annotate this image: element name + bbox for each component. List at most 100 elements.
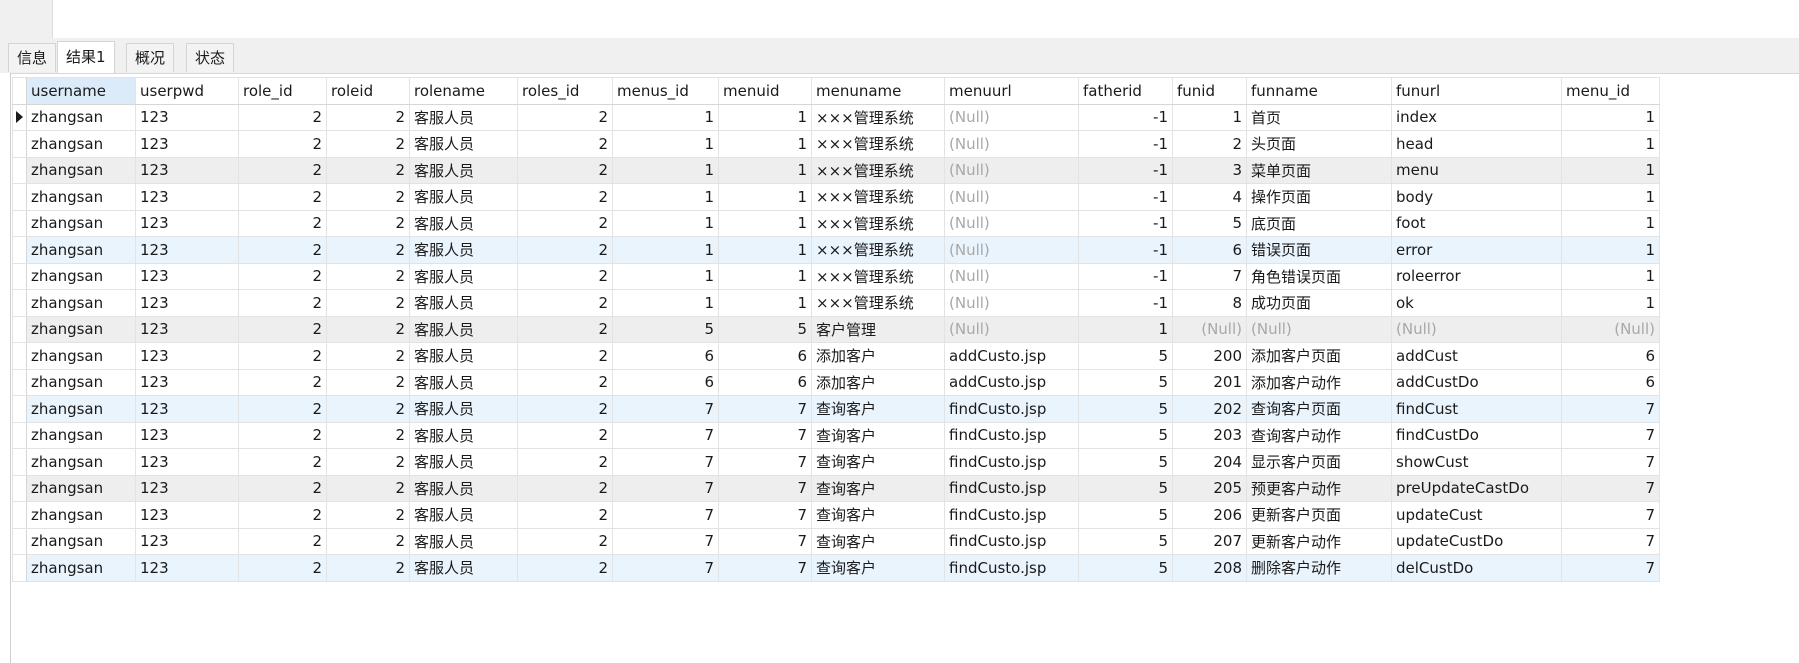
cell-menuname[interactable]: ×××管理系统 — [811, 183, 945, 211]
row-indicator[interactable] — [12, 103, 27, 131]
cell-menuid[interactable]: 1 — [718, 262, 812, 290]
cell-menus-id[interactable]: 1 — [612, 183, 719, 211]
column-header-userpwd[interactable]: userpwd — [135, 77, 239, 105]
cell-menuname[interactable]: 查询客户 — [811, 527, 945, 555]
cell-fatherid[interactable]: 5 — [1078, 395, 1173, 423]
cell-userpwd[interactable]: 123 — [135, 554, 239, 582]
tab-info[interactable]: 信息 — [8, 43, 57, 72]
cell-menus-id[interactable]: 7 — [612, 554, 719, 582]
cell-username[interactable]: zhangsan — [26, 289, 136, 317]
cell-role-id[interactable]: 2 — [238, 421, 327, 449]
column-header-fatherid[interactable]: fatherid — [1078, 77, 1173, 105]
cell-role-id[interactable]: 2 — [238, 209, 327, 237]
cell-menuname[interactable]: 查询客户 — [811, 421, 945, 449]
cell-username[interactable]: zhangsan — [26, 183, 136, 211]
cell-funurl[interactable]: head — [1391, 130, 1562, 158]
cell-menuid[interactable]: 1 — [718, 130, 812, 158]
row-indicator[interactable] — [12, 368, 27, 396]
cell-funid[interactable]: 1 — [1172, 103, 1247, 131]
cell-funname[interactable]: 查询客户动作 — [1246, 421, 1392, 449]
cell-menus-id[interactable]: 1 — [612, 289, 719, 317]
cell-menuurl[interactable]: (Null) — [944, 236, 1079, 264]
cell-userpwd[interactable]: 123 — [135, 501, 239, 529]
cell-funname[interactable]: 首页 — [1246, 103, 1392, 131]
cell-menu-id[interactable]: 7 — [1561, 448, 1660, 476]
cell-menus-id[interactable]: 7 — [612, 395, 719, 423]
cell-funid[interactable]: 2 — [1172, 130, 1247, 158]
cell-menu-id[interactable]: 1 — [1561, 289, 1660, 317]
cell-userpwd[interactable]: 123 — [135, 474, 239, 502]
cell-username[interactable]: zhangsan — [26, 368, 136, 396]
cell-menuurl[interactable]: findCusto.jsp — [944, 448, 1079, 476]
tab-status[interactable]: 状态 — [186, 43, 235, 72]
cell-funid[interactable]: 201 — [1172, 368, 1247, 396]
cell-userpwd[interactable]: 123 — [135, 315, 239, 343]
cell-menuname[interactable]: 查询客户 — [811, 474, 945, 502]
cell-menuid[interactable]: 7 — [718, 395, 812, 423]
cell-menu-id[interactable]: 1 — [1561, 262, 1660, 290]
cell-menuurl[interactable]: (Null) — [944, 315, 1079, 343]
cell-menuid[interactable]: 1 — [718, 103, 812, 131]
cell-rolename[interactable]: 客服人员 — [409, 289, 518, 317]
cell-funurl[interactable]: addCustDo — [1391, 368, 1562, 396]
cell-rolename[interactable]: 客服人员 — [409, 209, 518, 237]
cell-funurl[interactable]: addCust — [1391, 342, 1562, 370]
cell-funname[interactable]: 查询客户页面 — [1246, 395, 1392, 423]
table-row[interactable]: zhangsan 123 2 2 客服人员 2 1 1 ×××管理系统 (Null) -1 6 错误页面… — [12, 236, 1660, 264]
cell-menuname[interactable]: 添加客户 — [811, 342, 945, 370]
cell-menuname[interactable]: ×××管理系统 — [811, 262, 945, 290]
cell-menuid[interactable]: 1 — [718, 156, 812, 184]
cell-role-id[interactable]: 2 — [238, 501, 327, 529]
cell-rolename[interactable]: 客服人员 — [409, 474, 518, 502]
table-row[interactable]: zhangsan 123 2 2 客服人员 2 1 1 ×××管理系统 (Null) -1 8 成功页面… — [12, 289, 1660, 317]
cell-roles-id[interactable]: 2 — [517, 448, 613, 476]
table-row[interactable]: zhangsan 123 2 2 客服人员 2 7 7 查询客户 findCusto.jsp 5 20… — [12, 395, 1660, 423]
cell-fatherid[interactable]: -1 — [1078, 236, 1173, 264]
row-indicator[interactable] — [12, 448, 27, 476]
table-row[interactable]: zhangsan 123 2 2 客服人员 2 1 1 ×××管理系统 (Null) -1 4 操作页面… — [12, 183, 1660, 211]
cell-funurl[interactable]: error — [1391, 236, 1562, 264]
cell-menu-id[interactable]: 6 — [1561, 342, 1660, 370]
cell-funname[interactable]: 预更客户动作 — [1246, 474, 1392, 502]
cell-funname[interactable]: 头页面 — [1246, 130, 1392, 158]
cell-menuurl[interactable]: (Null) — [944, 209, 1079, 237]
cell-roleid[interactable]: 2 — [326, 448, 410, 476]
cell-rolename[interactable]: 客服人员 — [409, 448, 518, 476]
cell-menus-id[interactable]: 7 — [612, 448, 719, 476]
row-indicator[interactable] — [12, 130, 27, 158]
cell-role-id[interactable]: 2 — [238, 236, 327, 264]
cell-roles-id[interactable]: 2 — [517, 395, 613, 423]
cell-roles-id[interactable]: 2 — [517, 289, 613, 317]
cell-fatherid[interactable]: 5 — [1078, 421, 1173, 449]
cell-menus-id[interactable]: 7 — [612, 474, 719, 502]
cell-funurl[interactable]: menu — [1391, 156, 1562, 184]
row-indicator[interactable] — [12, 183, 27, 211]
row-indicator[interactable] — [12, 474, 27, 502]
cell-roleid[interactable]: 2 — [326, 236, 410, 264]
cell-funid[interactable]: 8 — [1172, 289, 1247, 317]
cell-roles-id[interactable]: 2 — [517, 501, 613, 529]
cell-menu-id[interactable]: 1 — [1561, 209, 1660, 237]
cell-menuid[interactable]: 7 — [718, 501, 812, 529]
cell-funname[interactable]: 显示客户页面 — [1246, 448, 1392, 476]
cell-menuurl[interactable]: addCusto.jsp — [944, 368, 1079, 396]
cell-menuid[interactable]: 7 — [718, 448, 812, 476]
cell-menu-id[interactable]: 7 — [1561, 474, 1660, 502]
cell-funid[interactable]: 202 — [1172, 395, 1247, 423]
table-row[interactable]: zhangsan 123 2 2 客服人员 2 7 7 查询客户 findCusto.jsp 5 20… — [12, 448, 1660, 476]
cell-username[interactable]: zhangsan — [26, 527, 136, 555]
cell-menus-id[interactable]: 7 — [612, 421, 719, 449]
cell-menuurl[interactable]: (Null) — [944, 156, 1079, 184]
cell-fatherid[interactable]: 1 — [1078, 315, 1173, 343]
cell-username[interactable]: zhangsan — [26, 501, 136, 529]
cell-userpwd[interactable]: 123 — [135, 368, 239, 396]
cell-menu-id[interactable]: 7 — [1561, 395, 1660, 423]
cell-menuurl[interactable]: findCusto.jsp — [944, 474, 1079, 502]
cell-userpwd[interactable]: 123 — [135, 421, 239, 449]
cell-roleid[interactable]: 2 — [326, 183, 410, 211]
row-indicator[interactable] — [12, 527, 27, 555]
cell-menus-id[interactable]: 1 — [612, 156, 719, 184]
cell-menuid[interactable]: 5 — [718, 315, 812, 343]
cell-menus-id[interactable]: 7 — [612, 501, 719, 529]
cell-menuname[interactable]: ×××管理系统 — [811, 130, 945, 158]
